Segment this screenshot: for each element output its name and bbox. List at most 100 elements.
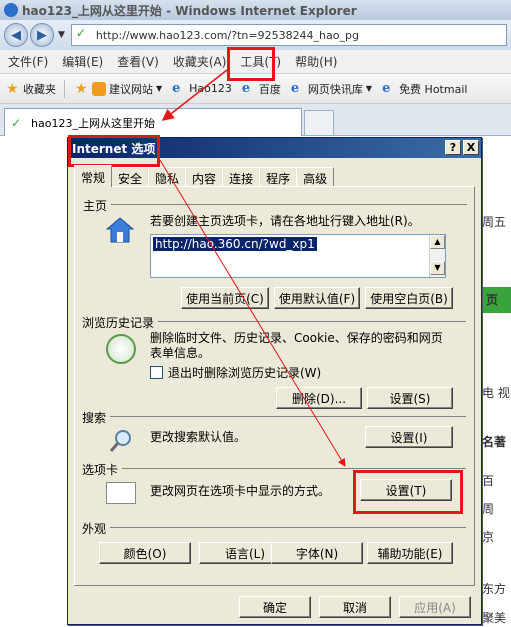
tab-privacy[interactable]: 隐私 (148, 167, 187, 187)
history-description: 删除临时文件、历史记录、Cookie、保存的密码和网页 (150, 331, 443, 345)
home-icon (106, 217, 134, 243)
favorites-button[interactable]: ★ 收藏夹 (6, 81, 56, 97)
page-text: 东方 (482, 582, 507, 596)
ie-page-icon: e (382, 80, 391, 96)
apply-button[interactable]: 应用(A) (399, 596, 471, 618)
fav-item-baidu[interactable]: e 百度 (242, 81, 281, 97)
menu-view[interactable]: 查看(V) (117, 53, 159, 70)
fav-item-label: Hao123 (189, 82, 232, 95)
fonts-button[interactable]: 字体(N) (271, 542, 363, 564)
menu-file[interactable]: 文件(F) (8, 53, 48, 70)
homepage-description: 若要创建主页选项卡，请在各地址行键入地址(R)。 (150, 214, 420, 228)
search-description: 更改搜索默认值。 (150, 430, 247, 444)
menu-favorites[interactable]: 收藏夹(A) (173, 53, 227, 70)
window-title: hao123_上网从这里开始 - Windows Internet Explor… (22, 3, 357, 18)
homepage-label: 主页 (83, 197, 112, 214)
ie-page-icon: e (241, 80, 251, 96)
fav-item-label: 百度 (258, 82, 281, 96)
search-icon (109, 430, 131, 452)
appearance-label: 外观 (82, 520, 111, 537)
page-text: 周 (482, 502, 495, 516)
ie-page-icon: e (290, 80, 300, 96)
tab-general[interactable]: 常规 (74, 165, 113, 187)
tabs-icon (106, 482, 136, 504)
colors-button[interactable]: 颜色(O) (99, 542, 191, 564)
annotation-highlight-title (68, 135, 160, 167)
fav-item-webslice[interactable]: e 网页快讯库 ▼ (291, 81, 372, 97)
homepage-url-input[interactable]: http://hao.360.cn/?wd_xp1 ▲ ▼ (150, 234, 446, 278)
address-url: http://www.hao123.com/?tn=92538244_hao_p… (95, 28, 359, 42)
search-label: 搜索 (82, 409, 111, 426)
add-favorite-icon: ★ (75, 80, 88, 97)
history-label: 浏览历史记录 (82, 314, 159, 331)
window-titlebar: hao123_上网从这里开始 - Windows Internet Explor… (0, 0, 511, 20)
address-bar-row: ◀ ▶ ▼ http://www.hao123.com/?tn=92538244… (0, 20, 511, 50)
accessibility-button[interactable]: 辅助功能(E) (367, 542, 453, 564)
tab-content[interactable]: 内容 (185, 167, 224, 187)
divider (64, 79, 65, 98)
menu-edit[interactable]: 编辑(E) (62, 53, 103, 70)
page-text: 聚美 (482, 611, 507, 625)
page-text: 京 (482, 530, 495, 544)
search-settings-button[interactable]: 设置(I) (365, 426, 453, 448)
browser-tab[interactable]: ✓ hao123_上网从这里开始 (4, 108, 302, 136)
internet-options-dialog: Internet 选项 ? X 常规 安全 隐私 内容 连接 程序 高级 主页 … (67, 137, 482, 625)
address-input[interactable]: http://www.hao123.com/?tn=92538244_hao_p… (70, 24, 507, 46)
search-group: 搜索 (82, 409, 466, 426)
tab-connections[interactable]: 连接 (222, 167, 261, 187)
use-default-button[interactable]: 使用默认值(F) (274, 287, 360, 309)
tab-bar: ✓ hao123_上网从这里开始 (0, 104, 511, 136)
textarea-scrollbar[interactable]: ▲ ▼ (429, 235, 445, 277)
tab-title: hao123_上网从这里开始 (31, 116, 155, 130)
ok-button[interactable]: 确定 (239, 596, 311, 618)
fav-item-hao123[interactable]: e Hao123 (172, 80, 232, 96)
homepage-group: 主页 (83, 197, 467, 214)
ie-page-icon: e (172, 80, 181, 96)
star-icon: ★ (6, 80, 19, 97)
history-dropdown-icon[interactable]: ▼ (58, 30, 65, 40)
menu-help[interactable]: 帮助(H) (295, 53, 337, 70)
tab-advanced[interactable]: 高级 (296, 167, 335, 187)
tabs-label: 选项卡 (82, 461, 123, 478)
ie-logo-icon (4, 3, 18, 17)
site-favicon-icon: ✓ (11, 115, 22, 130)
tabs-description: 更改网页在选项卡中显示的方式。 (150, 484, 331, 498)
delete-button[interactable]: 删除(D)... (276, 387, 362, 409)
scroll-down-icon[interactable]: ▼ (430, 261, 445, 275)
scroll-up-icon[interactable]: ▲ (430, 235, 445, 249)
fav-item-label: 建议网站 (109, 82, 153, 96)
close-button[interactable]: X (463, 140, 479, 155)
page-text: 百 (482, 474, 495, 488)
annotation-highlight-tools (227, 47, 275, 81)
favorites-label: 收藏夹 (23, 82, 56, 96)
history-icon (106, 334, 136, 364)
page-text: 电 视 (482, 386, 510, 400)
fav-item-suggested[interactable]: ★ 建议网站 ▼ (75, 81, 162, 97)
delete-on-exit-label: 退出时删除浏览历史记录(W) (168, 366, 322, 380)
history-settings-button[interactable]: 设置(S) (367, 387, 453, 409)
use-current-button[interactable]: 使用当前页(C) (181, 287, 269, 309)
history-group: 浏览历史记录 (82, 314, 466, 331)
cancel-button[interactable]: 取消 (319, 596, 391, 618)
delete-on-exit-checkbox[interactable] (150, 366, 163, 379)
history-description: 表单信息。 (150, 346, 211, 360)
new-tab-button[interactable] (304, 110, 334, 136)
site-favicon-icon (76, 26, 92, 41)
homepage-url-value: http://hao.360.cn/?wd_xp1 (153, 237, 317, 251)
tab-programs[interactable]: 程序 (259, 167, 298, 187)
tab-security[interactable]: 安全 (111, 167, 150, 187)
page-text: 周五 (482, 215, 507, 229)
use-blank-button[interactable]: 使用空白页(B) (365, 287, 453, 309)
appearance-group: 外观 (82, 520, 466, 537)
back-button[interactable]: ◀ (4, 23, 28, 47)
annotation-highlight-tabs-settings (353, 470, 463, 514)
tabs-group: 选项卡 (82, 461, 466, 478)
fav-item-label: 网页快讯库 (307, 82, 363, 96)
page-text: 名著 (482, 435, 507, 449)
dialog-tabs: 常规 安全 隐私 内容 连接 程序 高级 (74, 165, 335, 187)
fav-item-label: 免费 Hotmail (399, 82, 468, 96)
fav-item-hotmail[interactable]: e 免费 Hotmail (382, 81, 467, 97)
help-button[interactable]: ? (445, 140, 461, 155)
page-text: 页 (482, 287, 511, 313)
forward-button[interactable]: ▶ (30, 23, 54, 47)
